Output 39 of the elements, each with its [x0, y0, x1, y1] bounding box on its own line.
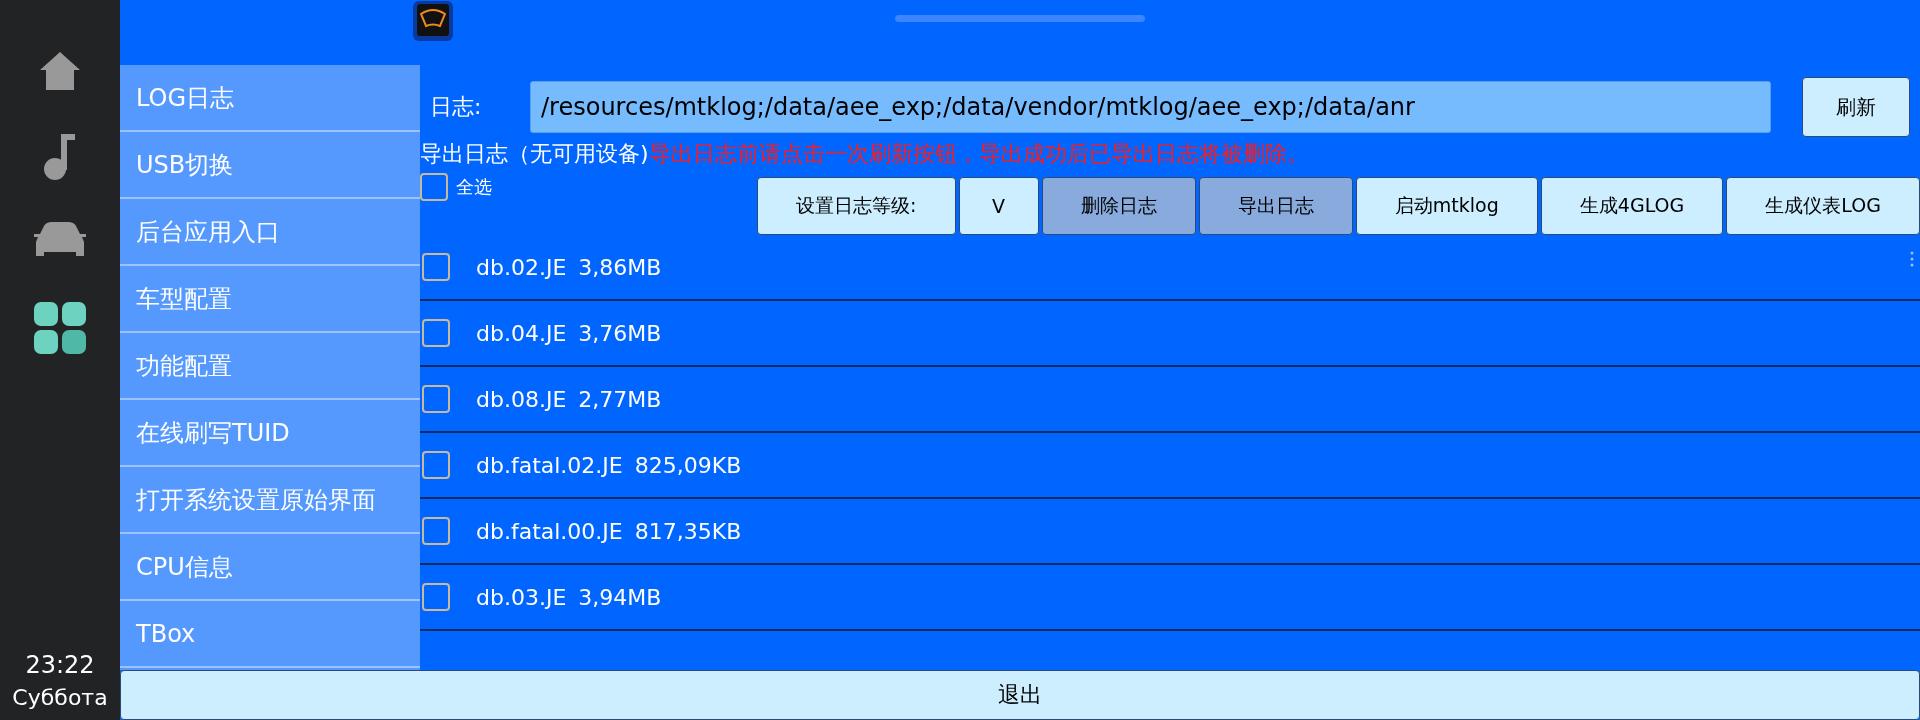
file-checkbox[interactable]: [422, 583, 450, 611]
log-path-field[interactable]: /resources/mtklog;/data/aee_exp;/data/vendor/mtklog/aee_exp;/data/anr: [530, 81, 1771, 133]
file-name: db.fatal.00.JE: [476, 518, 623, 544]
export-warning: 导出日志前请点击一次刷新按钮，导出成功后已导出日志将被删除。: [648, 140, 1309, 168]
file-size: 825,09KB: [634, 452, 742, 478]
file-checkbox[interactable]: [422, 451, 450, 479]
action-button[interactable]: 生成仪表LOG: [1726, 177, 1920, 235]
select-all-checkbox[interactable]: [420, 173, 448, 201]
file-name: db.fatal.02.JE: [476, 452, 623, 478]
action-button[interactable]: 设置日志等级:: [757, 177, 956, 235]
more-options-icon[interactable]: [1910, 251, 1914, 267]
exit-button[interactable]: 退出: [120, 670, 1920, 720]
file-name: db.03.JE: [476, 584, 567, 610]
action-button[interactable]: V: [958, 177, 1039, 235]
action-button[interactable]: 启动mtklog: [1355, 177, 1538, 235]
music-note-icon[interactable]: [43, 132, 77, 180]
file-size: 3,86MB: [578, 254, 662, 280]
drag-handle[interactable]: [895, 15, 1145, 22]
home-icon[interactable]: [39, 50, 81, 92]
weekday-label: Суббота: [12, 685, 108, 710]
file-checkbox[interactable]: [422, 319, 450, 347]
file-name: db.08.JE: [476, 386, 567, 412]
file-size: 3,76MB: [578, 320, 662, 346]
file-name: db.02.JE: [476, 254, 567, 280]
file-size: 817,35KB: [634, 518, 742, 544]
clock-time: 23:22: [25, 651, 95, 679]
file-size: 2,77MB: [578, 386, 662, 412]
refresh-button[interactable]: 刷新: [1802, 77, 1910, 137]
file-size: 3,94MB: [578, 584, 662, 610]
file-name: db.04.JE: [476, 320, 567, 346]
action-button[interactable]: 生成4GLOG: [1540, 177, 1724, 235]
log-path-label: 日志:: [430, 93, 483, 121]
select-all-label: 全选: [456, 175, 492, 199]
file-checkbox[interactable]: [422, 517, 450, 545]
speedometer-app-icon[interactable]: [412, 0, 454, 42]
export-status: 导出日志（无可用设备): [420, 140, 649, 168]
apps-grid-icon[interactable]: [32, 300, 88, 356]
file-checkbox[interactable]: [422, 253, 450, 281]
file-checkbox[interactable]: [422, 385, 450, 413]
